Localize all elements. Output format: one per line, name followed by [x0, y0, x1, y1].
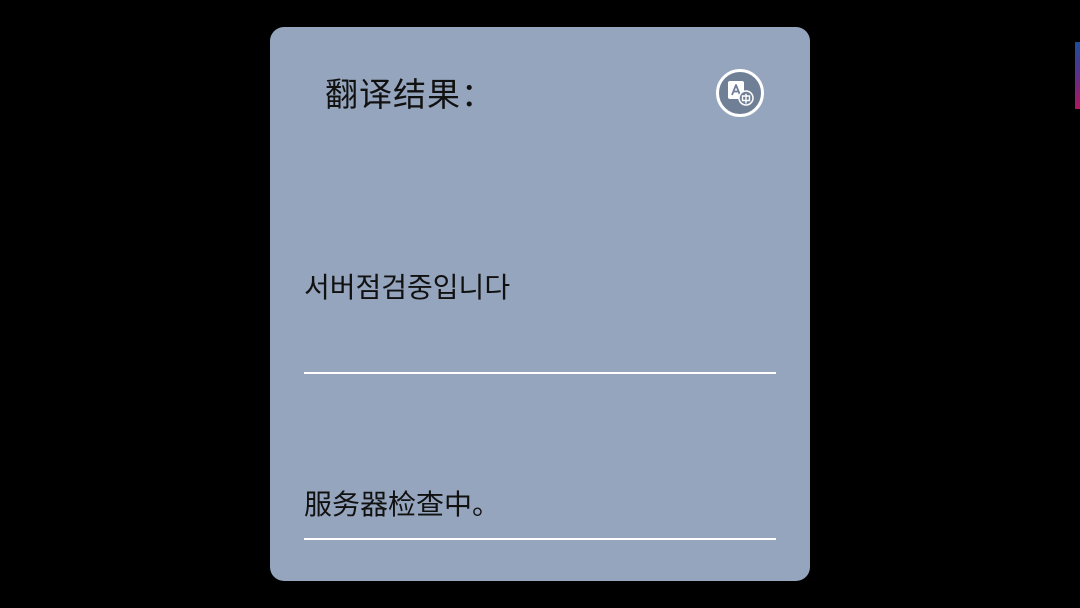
floating-edge-tab[interactable]: [1075, 42, 1080, 109]
translate-button[interactable]: [716, 69, 764, 117]
panel-title: 翻译结果：: [325, 75, 495, 114]
divider: [304, 372, 776, 374]
screen-backdrop: 翻译结果： 서버점검중입니다 服务器检查中。: [0, 0, 1080, 608]
source-text: 서버점검중입니다: [304, 271, 511, 304]
divider: [304, 538, 776, 540]
translate-icon: [728, 81, 754, 106]
translated-text: 服务器检查中。: [304, 488, 501, 521]
translation-result-panel: 翻译结果： 서버점검중입니다 服务器检查中。: [270, 27, 810, 581]
